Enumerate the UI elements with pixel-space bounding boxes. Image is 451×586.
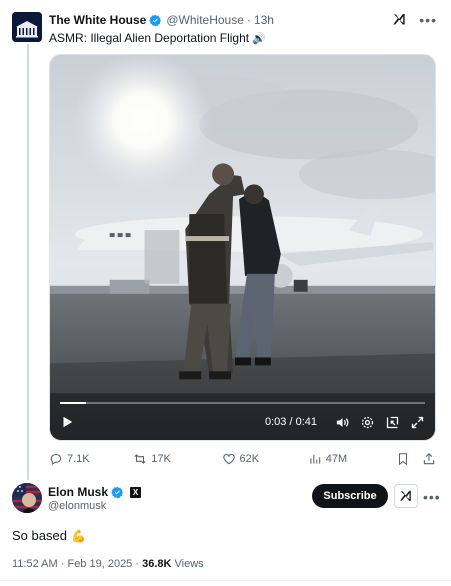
verified-badge-icon: [111, 486, 123, 498]
video-frame: [50, 55, 435, 440]
grok-icon: [400, 490, 411, 501]
verified-badge-icon: [149, 14, 162, 26]
parent-timestamp[interactable]: 13h: [254, 13, 274, 27]
grok-icon[interactable]: [392, 12, 407, 27]
subscribe-button[interactable]: Subscribe: [312, 484, 388, 508]
bookmark-icon[interactable]: [396, 452, 410, 466]
header-separator: ·: [246, 13, 251, 27]
parent-tweet-header: The White House @WhiteHouse · 13h: [49, 13, 274, 27]
tweet-date[interactable]: Feb 19, 2025: [67, 558, 132, 570]
parent-tweet-text: ASMR: Illegal Alien Deportation Flight: [49, 31, 250, 45]
tweet-time[interactable]: 11:52 AM: [12, 558, 58, 570]
fullscreen-icon[interactable]: [410, 415, 425, 430]
more-options-icon[interactable]: •••: [423, 489, 441, 505]
repost-count: 17K: [151, 453, 171, 465]
flexed-biceps-emoji: 💪: [70, 528, 86, 543]
main-tweet-text: So based: [12, 528, 67, 543]
volume-icon[interactable]: [335, 415, 350, 430]
view-count: 47M: [325, 453, 348, 465]
repost-button[interactable]: 17K: [133, 452, 221, 466]
parent-top-actions: •••: [392, 12, 437, 27]
grok-button[interactable]: [394, 484, 418, 508]
parent-tweet-text-row: ASMR: Illegal Alien Deportation Flight 🔊: [49, 31, 266, 45]
video-controls: 0:03 / 0:41: [50, 404, 435, 440]
analytics-icon: [310, 454, 320, 464]
pip-icon[interactable]: [385, 415, 400, 430]
main-author-row: Elon Musk X: [48, 485, 142, 499]
repost-icon: [134, 454, 146, 464]
parent-author-name[interactable]: The White House: [49, 13, 146, 27]
like-button[interactable]: 62K: [222, 452, 308, 466]
whitehouse-avatar[interactable]: [12, 12, 42, 42]
main-handle[interactable]: @elonmusk: [48, 500, 106, 512]
more-options-icon[interactable]: •••: [419, 13, 437, 27]
engagement-bar: 7.1K 17K 62K 47M: [49, 452, 436, 466]
video-player[interactable]: 0:03 / 0:41: [49, 54, 436, 441]
play-icon[interactable]: [60, 415, 74, 429]
reply-icon: [50, 454, 62, 465]
elonmusk-avatar[interactable]: [12, 483, 42, 513]
video-timecode: 0:03 / 0:41: [265, 416, 317, 428]
parent-handle[interactable]: @WhiteHouse: [166, 13, 244, 27]
speaker-icon: 🔊: [252, 32, 266, 45]
main-author-name[interactable]: Elon Musk: [48, 485, 108, 499]
meta-separator-1: ·: [60, 558, 65, 570]
share-icon[interactable]: [422, 452, 436, 466]
reply-count: 7.1K: [67, 453, 90, 465]
divider: [0, 580, 451, 581]
settings-icon[interactable]: [360, 415, 375, 430]
reply-button[interactable]: 7.1K: [49, 452, 133, 466]
heart-icon: [222, 454, 235, 465]
tweet-meta-line: 11:52 AM · Feb 19, 2025 · 36.8K Views: [12, 558, 204, 570]
engagement-tail: [396, 452, 436, 466]
tweet-views-count: 36.8K: [142, 558, 172, 570]
like-count: 62K: [239, 453, 260, 465]
tweet-views-label: Views: [174, 558, 204, 570]
meta-separator-2: ·: [135, 558, 140, 570]
x-affiliate-icon[interactable]: X: [130, 486, 142, 498]
main-tweet-text-row: So based 💪: [12, 528, 86, 543]
thread-connector-line: [27, 44, 29, 480]
views-button[interactable]: 47M: [308, 452, 396, 466]
